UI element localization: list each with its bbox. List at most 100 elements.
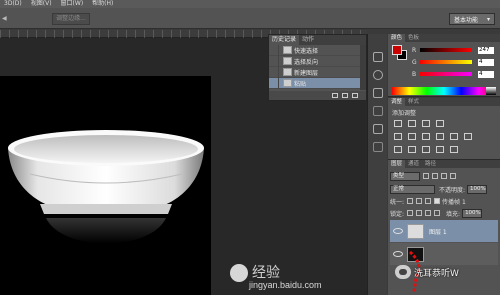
menu-bar: 3D(D) 视图(V) 窗口(W) 帮助(H) bbox=[0, 0, 500, 8]
tab-color[interactable]: 颜色 bbox=[388, 34, 406, 42]
history-panel-icon[interactable] bbox=[373, 52, 383, 62]
new-document-icon[interactable] bbox=[332, 93, 338, 98]
layer-filter-dropdown[interactable]: 类型 bbox=[390, 171, 420, 181]
layer-thumbnail bbox=[407, 223, 424, 239]
levels-icon[interactable] bbox=[408, 120, 416, 127]
adjustments-tabs: 调整 样式 bbox=[388, 98, 500, 106]
green-track[interactable] bbox=[420, 60, 472, 64]
history-state-icon bbox=[283, 79, 292, 87]
foreground-color-swatch[interactable] bbox=[392, 45, 402, 55]
red-value-field[interactable]: 247 bbox=[478, 46, 494, 54]
lock-all-icon[interactable] bbox=[434, 210, 441, 216]
gradient-map-icon[interactable] bbox=[436, 146, 444, 153]
menu-item-3d[interactable]: 3D(D) bbox=[4, 0, 22, 8]
invert-icon[interactable] bbox=[394, 146, 402, 153]
opacity-field[interactable]: 100% bbox=[467, 184, 488, 194]
history-item-label: 新建图层 bbox=[294, 69, 319, 77]
unify-visibility-icon[interactable] bbox=[416, 198, 423, 204]
history-scrollbar[interactable] bbox=[360, 45, 366, 90]
layer-row-selected[interactable]: 图层 1 bbox=[390, 220, 498, 242]
baidu-jingyan-logo bbox=[230, 264, 248, 282]
photo-filter-icon[interactable] bbox=[450, 133, 458, 140]
brush-icon[interactable] bbox=[373, 88, 383, 98]
history-panel: 历史记录 动作 快速选择 选择反向 新建图层 粘贴 bbox=[268, 34, 367, 101]
workspace-switcher[interactable]: 基本功能 ▾ bbox=[449, 13, 495, 25]
menu-item-help[interactable]: 帮助(H) bbox=[92, 0, 113, 8]
blue-label: B bbox=[412, 70, 417, 78]
tab-paths[interactable]: 路径 bbox=[422, 160, 439, 168]
blue-track[interactable] bbox=[420, 72, 472, 76]
trash-icon[interactable] bbox=[352, 93, 358, 98]
color-spectrum-bar[interactable] bbox=[392, 87, 496, 95]
posterize-icon[interactable] bbox=[408, 146, 416, 153]
history-item[interactable]: 新建图层 bbox=[269, 66, 366, 78]
history-item[interactable]: 选择反向 bbox=[269, 55, 366, 67]
brightness-icon[interactable] bbox=[394, 120, 402, 127]
adjustment-filter-icon[interactable] bbox=[432, 173, 438, 179]
layer-name[interactable]: 图层 1 bbox=[429, 227, 447, 236]
lock-transparent-icon[interactable] bbox=[407, 210, 414, 216]
eye-icon[interactable] bbox=[393, 228, 403, 234]
shape-filter-icon[interactable] bbox=[450, 173, 456, 179]
hue-saturation-icon[interactable] bbox=[408, 133, 416, 140]
menu-item-window[interactable]: 窗口(W) bbox=[61, 0, 84, 8]
threshold-icon[interactable] bbox=[422, 146, 430, 153]
quick-select-icon bbox=[283, 46, 292, 54]
tab-adjustments[interactable]: 调整 bbox=[388, 98, 406, 106]
green-label: G bbox=[412, 58, 417, 66]
history-item[interactable]: 快速选择 bbox=[269, 44, 366, 56]
adjustments-panel: 调整 样式 添加调整 bbox=[388, 98, 500, 160]
type-filter-icon[interactable] bbox=[441, 173, 447, 179]
unify-row: 统一: 传播帧 1 bbox=[390, 195, 498, 207]
channel-mixer-icon[interactable] bbox=[464, 133, 472, 140]
image-canvas[interactable] bbox=[0, 76, 211, 295]
tab-layers[interactable]: 图层 bbox=[388, 160, 406, 168]
clone-source-icon[interactable] bbox=[373, 106, 383, 116]
grayscale-ramp[interactable] bbox=[486, 87, 496, 95]
black-white-icon[interactable] bbox=[436, 133, 444, 140]
selective-color-icon[interactable] bbox=[450, 146, 458, 153]
tab-channels[interactable]: 通道 bbox=[405, 160, 422, 168]
adjust-edge-button[interactable]: 调整边缘... bbox=[52, 13, 90, 25]
eye-icon[interactable] bbox=[393, 251, 403, 257]
color-balance-icon[interactable] bbox=[422, 133, 430, 140]
character-icon[interactable] bbox=[373, 142, 383, 152]
propagate-label: 传播帧 1 bbox=[442, 198, 466, 206]
layer-row[interactable] bbox=[390, 243, 498, 265]
red-track[interactable] bbox=[420, 48, 472, 52]
green-slider[interactable]: G 4 bbox=[412, 58, 494, 66]
history-item-label: 快速选择 bbox=[294, 47, 319, 55]
vibrance-icon[interactable] bbox=[394, 133, 402, 140]
propagate-checkbox[interactable] bbox=[434, 198, 441, 204]
blue-value-field[interactable]: 4 bbox=[478, 70, 494, 78]
jingyan-watermark-text: 经验 bbox=[252, 265, 280, 281]
menu-item-view[interactable]: 视图(V) bbox=[31, 0, 52, 8]
tab-actions[interactable]: 动作 bbox=[299, 35, 317, 45]
lock-pixels-icon[interactable] bbox=[416, 210, 423, 216]
tab-styles[interactable]: 样式 bbox=[405, 98, 422, 106]
unify-position-icon[interactable] bbox=[407, 198, 414, 204]
paragraph-icon[interactable] bbox=[373, 124, 383, 134]
wechat-logo-icon bbox=[395, 265, 411, 279]
lock-position-icon[interactable] bbox=[425, 210, 432, 216]
unify-style-icon[interactable] bbox=[425, 198, 432, 204]
blue-slider[interactable]: B 4 bbox=[412, 70, 494, 78]
fill-field[interactable]: 100% bbox=[462, 208, 483, 218]
author-watermark-text: 洗耳恭听W bbox=[414, 268, 459, 279]
red-label: R bbox=[412, 46, 417, 54]
history-state-icon bbox=[283, 68, 292, 76]
exposure-icon[interactable] bbox=[436, 120, 444, 127]
tab-history[interactable]: 历史记录 bbox=[269, 35, 300, 45]
color-panel: 颜色 色板 R 247 G 4 B 4 bbox=[388, 34, 500, 97]
camera-icon[interactable] bbox=[342, 93, 348, 98]
curves-icon[interactable] bbox=[422, 120, 430, 127]
tab-swatches[interactable]: 色板 bbox=[405, 34, 422, 42]
red-slider[interactable]: R 247 bbox=[412, 46, 494, 54]
adjustment-icons-row-2 bbox=[394, 133, 472, 140]
adjustment-icons-row-3 bbox=[394, 146, 458, 153]
history-item-active[interactable]: 粘贴 bbox=[269, 77, 366, 89]
green-value-field[interactable]: 4 bbox=[478, 58, 494, 66]
pixel-filter-icon[interactable] bbox=[423, 173, 429, 179]
info-icon[interactable] bbox=[373, 70, 383, 80]
blend-mode-dropdown[interactable]: 正常 bbox=[390, 184, 435, 194]
